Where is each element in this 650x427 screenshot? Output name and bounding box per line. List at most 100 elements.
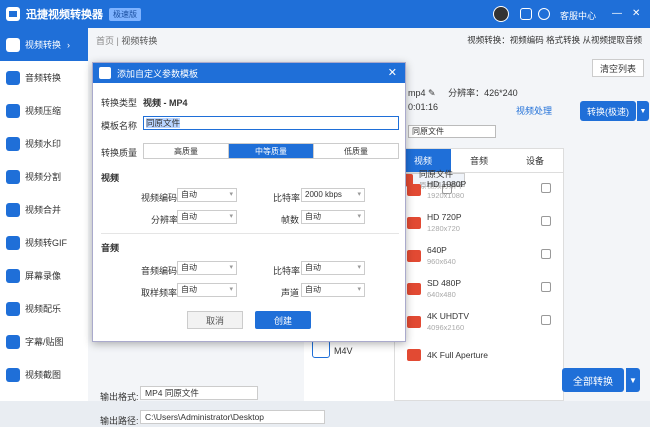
settings-icon[interactable] <box>538 8 550 20</box>
preset-item[interactable]: 4K UHDTV 4096x2160 <box>395 305 563 338</box>
format-list: M4V <box>304 332 394 401</box>
convert-all-dropdown-icon[interactable]: ▼ <box>626 368 640 392</box>
audio-bitrate-select[interactable]: 自动 ▾ <box>301 261 365 275</box>
output-path-field[interactable]: C:\Users\Administrator\Desktop <box>140 410 325 424</box>
quality-low[interactable]: 低质量 <box>314 144 398 158</box>
video-process-link[interactable]: 视频处理 <box>516 104 552 117</box>
edit-icon[interactable] <box>541 249 551 259</box>
quality-medium[interactable]: 中等质量 <box>229 144 314 158</box>
breadcrumb: 首页 | 视频转换 <box>96 36 158 46</box>
user-avatar[interactable] <box>493 6 509 22</box>
edit-icon[interactable] <box>541 315 551 325</box>
fps-select[interactable]: 自动 ▾ <box>301 210 365 224</box>
video-section-title: 视频 <box>101 173 120 183</box>
clear-list-button[interactable]: 清空列表 <box>592 59 644 77</box>
title-bar: 迅捷视频转换器 极速版 客服中心 — ✕ <box>0 0 650 28</box>
close-icon[interactable]: ✕ <box>632 8 640 19</box>
tab-device[interactable]: 设备 <box>507 149 563 172</box>
bitrate-label: 比特率 <box>273 193 301 203</box>
template-name-input[interactable]: 同原文件 <box>143 116 399 130</box>
output-format-label: 输出格式: <box>100 392 139 402</box>
divider <box>101 233 399 234</box>
m4v-icon <box>312 340 330 358</box>
fps-label: 帧数 <box>281 215 300 225</box>
film-icon <box>407 348 421 361</box>
preset-item[interactable]: SD 480P 640x480 <box>395 272 563 305</box>
app-logo-icon <box>6 7 20 21</box>
sidebar-item-screenshot[interactable]: 视频截图 <box>0 358 88 391</box>
vcodec-select[interactable]: 自动 ▾ <box>177 188 237 202</box>
create-button[interactable]: 创建 <box>255 311 311 329</box>
sidebar-item-video-gif[interactable]: 视频转GIF <box>0 226 88 259</box>
sidebar-item-subtitle[interactable]: 字幕/贴图 <box>0 325 88 358</box>
output-path-label: 输出路径: <box>100 416 139 426</box>
audio-section-title: 音频 <box>101 243 120 253</box>
preset-item[interactable]: HD 720P 1280x720 <box>395 206 563 239</box>
edit-icon[interactable] <box>541 282 551 292</box>
sidebar-item-audio-convert[interactable]: 音频转换 <box>0 61 88 94</box>
screen-record-icon <box>6 268 20 283</box>
res-label: 分辨率 <box>151 215 179 225</box>
bitrate-select[interactable]: 2000 kbps ▾ <box>301 188 365 202</box>
sidebar: 视频转换 › 音频转换 视频压缩 视频水印 视频分割 视频合并 视频转GIF 屏幕… <box>0 28 88 401</box>
convert-dropdown-icon[interactable]: ▼ <box>637 101 649 121</box>
convert-button[interactable]: 转换(极速) <box>580 101 636 121</box>
sidebar-item-video-watermark[interactable]: 视频水印 <box>0 127 88 160</box>
vcodec-label: 视频编码 <box>141 193 178 203</box>
close-icon[interactable]: ✕ <box>388 66 397 79</box>
music-icon <box>6 301 20 316</box>
edition-badge: 极速版 <box>109 7 141 21</box>
channel-label: 声道 <box>281 288 300 298</box>
sidebar-item-video-music[interactable]: 视频配乐 <box>0 292 88 325</box>
gif-icon <box>6 235 20 250</box>
sidebar-item-video-merge[interactable]: 视频合并 <box>0 193 88 226</box>
film-icon <box>407 216 421 229</box>
sidebar-item-video-convert[interactable]: 视频转换 › <box>0 28 88 61</box>
format-item-m4v[interactable]: M4V <box>334 346 353 356</box>
video-merge-icon <box>6 202 20 217</box>
quality-selector: 高质量 中等质量 低质量 <box>143 143 399 159</box>
type-value: 视频 - MP4 <box>143 98 188 108</box>
subtitle-icon <box>6 334 20 349</box>
video-convert-icon <box>6 37 20 52</box>
service-center-link[interactable]: 客服中心 <box>560 9 596 22</box>
file-info: mp4 ✎ 分辨率：426*240 0:01:16 <box>408 88 518 112</box>
sample-select[interactable]: 自动 ▾ <box>177 283 237 297</box>
film-icon <box>407 282 421 295</box>
dialog-header: 添加自定义参数模板 <box>93 63 405 83</box>
minimize-icon[interactable]: — <box>612 8 622 19</box>
preset-panel: 视频 音频 设备 同原文件 原视频分辨率 HD 1080P 1920x1080 HD… <box>394 148 564 401</box>
output-format-select[interactable]: MP4 同原文件 <box>140 386 258 400</box>
preset-item[interactable]: HD 1080P 1920x1080 <box>395 173 563 206</box>
app-title: 迅捷视频转换器 <box>26 9 103 21</box>
channel-select[interactable]: 自动 ▾ <box>301 283 365 297</box>
audio-bitrate-label: 比特率 <box>273 266 301 276</box>
dialog-title: 添加自定义参数模板 <box>117 68 199 79</box>
quality-high[interactable]: 高质量 <box>144 144 229 158</box>
audio-convert-icon <box>6 70 20 85</box>
video-watermark-icon <box>6 136 20 151</box>
res-select[interactable]: 自动 ▾ <box>177 210 237 224</box>
acodec-select[interactable]: 自动 ▾ <box>177 261 237 275</box>
edit-icon[interactable] <box>541 183 551 193</box>
video-split-icon <box>6 169 20 184</box>
quality-label: 转换质量 <box>101 148 138 158</box>
preset-item[interactable]: 4K Full Aperture <box>395 338 563 371</box>
edit-icon[interactable] <box>541 216 551 226</box>
acodec-label: 音频编码 <box>141 266 178 276</box>
sample-label: 取样频率 <box>141 288 178 298</box>
film-icon <box>407 315 421 328</box>
name-label: 模板名称 <box>101 121 138 131</box>
dialog-logo-icon <box>99 67 111 79</box>
video-compress-icon <box>6 103 20 118</box>
sidebar-item-video-split[interactable]: 视频分割 <box>0 160 88 193</box>
preset-item[interactable]: 640P 960x640 <box>395 239 563 272</box>
top-hint: 视频转换：视频编码 格式转换 从视频提取音频 <box>467 35 642 45</box>
sidebar-item-screen-record[interactable]: 屏幕录像 <box>0 259 88 292</box>
file-format-select[interactable]: 同原文件 <box>408 125 496 138</box>
convert-all-button[interactable]: 全部转换 <box>562 368 624 392</box>
cancel-button[interactable]: 取消 <box>187 311 243 329</box>
vip-icon[interactable] <box>520 8 532 20</box>
type-label: 转换类型 <box>101 98 138 108</box>
sidebar-item-video-compress[interactable]: 视频压缩 <box>0 94 88 127</box>
